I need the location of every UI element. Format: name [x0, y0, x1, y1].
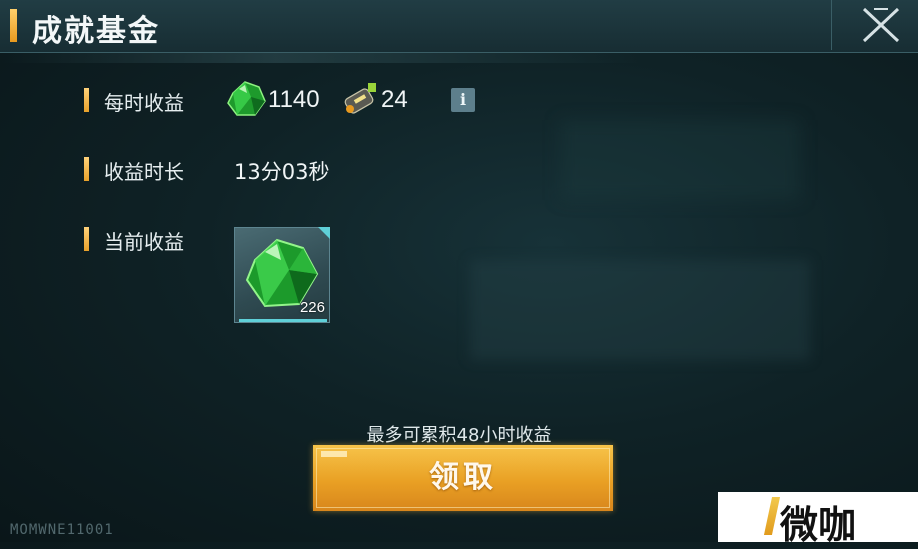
title-bar: 成就基金: [0, 0, 918, 53]
fuel-canister-icon: [344, 83, 376, 114]
header-glow: [0, 53, 918, 63]
accumulation-hint: 最多可累积48小时收益: [366, 425, 552, 446]
close-button[interactable]: [831, 0, 918, 50]
row-accent: [84, 88, 89, 112]
current-income-label: 当前收益: [104, 230, 184, 254]
duration-value: 13分03秒: [234, 160, 330, 184]
title-accent-bar: [10, 9, 17, 42]
reward-count: 226: [299, 299, 325, 316]
hourly-gem-amount: 1140: [268, 86, 320, 113]
claim-button[interactable]: 领取: [313, 445, 613, 511]
hourly-income-label: 每时收益: [104, 91, 184, 115]
info-button[interactable]: i: [451, 88, 475, 112]
row-accent: [84, 157, 89, 181]
watermark-text: 微咖: [780, 503, 857, 547]
background-panel: [560, 120, 800, 200]
watermark-accent: [763, 497, 781, 535]
duration-label: 收益时长: [104, 160, 184, 184]
close-icon[interactable]: [860, 5, 902, 45]
footer-code: MOMWNE11001: [10, 522, 114, 538]
hourly-fuel-amount: 24: [381, 86, 408, 113]
background-panel: [470, 260, 810, 360]
green-crystal-icon: [227, 81, 266, 116]
row-accent: [84, 227, 89, 251]
claim-button-label: 领取: [429, 460, 497, 495]
slot-bottom-bar: [239, 319, 327, 322]
watermark: 微咖: [718, 492, 918, 547]
page-title: 成就基金: [32, 14, 160, 49]
reward-item-slot[interactable]: 226: [234, 227, 330, 323]
